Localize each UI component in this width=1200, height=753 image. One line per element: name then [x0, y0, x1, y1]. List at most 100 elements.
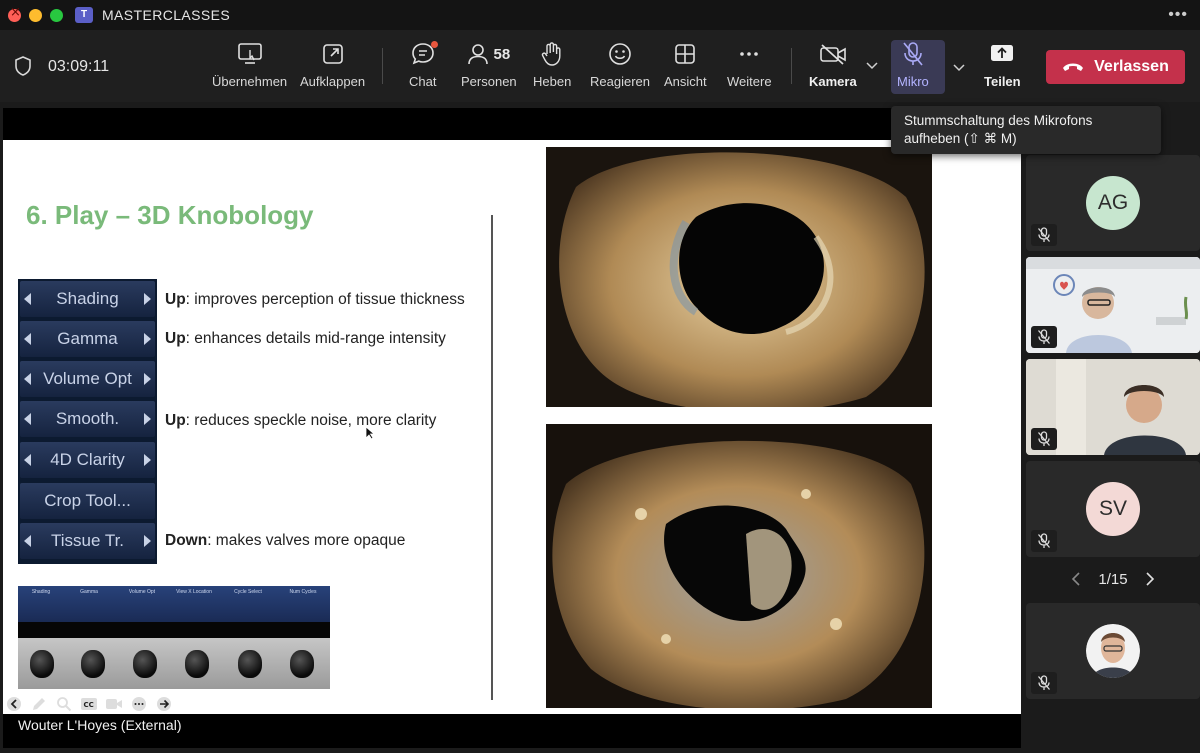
chevron-left-icon[interactable]: [1070, 572, 1082, 586]
window-title: MASTERCLASSES: [102, 7, 231, 23]
avatar: AG: [1086, 176, 1140, 230]
pager-label: 1/15: [1098, 570, 1128, 588]
take-control-button[interactable]: Übernehmen: [212, 38, 287, 96]
knob-label: Crop Tool...: [44, 491, 131, 510]
mic-tooltip: Stummschaltung des Mikrofons aufheben (⇧…: [891, 106, 1161, 154]
react-button[interactable]: Reagieren: [590, 38, 650, 96]
3d-echo-image-bottom: [546, 424, 932, 708]
camera-options-chevron-icon[interactable]: [865, 58, 879, 72]
chat-label: Chat: [409, 74, 437, 89]
people-count: 58: [493, 45, 511, 63]
teams-meeting-window: T MASTERCLASSES ••• 03:09:11 Übernehmen …: [0, 0, 1200, 753]
knob-label: Shading: [56, 289, 119, 308]
toolbar-divider: [382, 48, 383, 84]
window-menu-icon[interactable]: •••: [1168, 6, 1188, 24]
knob-row: Volume Opt: [20, 361, 155, 397]
svg-text:CC: CC: [84, 701, 94, 709]
camera-off-icon: [820, 44, 846, 65]
knob-label: Volume Opt: [43, 369, 132, 388]
shield-icon: [15, 56, 31, 76]
avatar: [1086, 624, 1140, 678]
presenter-name: Wouter L'Hoyes (External): [18, 717, 182, 733]
smiley-icon: [609, 43, 631, 65]
participant-tile[interactable]: SV: [1026, 461, 1200, 557]
more-button[interactable]: Weitere: [727, 38, 772, 96]
people-icon: [468, 44, 489, 65]
title-bar: T MASTERCLASSES •••: [0, 0, 1200, 30]
participant-tile[interactable]: [1026, 603, 1200, 699]
window-controls: [8, 5, 63, 22]
share-button[interactable]: Teilen: [984, 38, 1021, 96]
magnifier-icon[interactable]: [55, 695, 73, 713]
panel-label: Num Cycles: [289, 589, 317, 595]
knob-label: 4D Clarity: [50, 450, 125, 469]
knob-description: Up: improves perception of tissue thickn…: [165, 291, 465, 308]
forward-arrow-icon[interactable]: [155, 695, 173, 713]
leave-button[interactable]: Verlassen: [1046, 50, 1185, 84]
mic-off-icon: [1038, 533, 1050, 548]
view-button[interactable]: Ansicht: [664, 38, 707, 96]
knob-row: Crop Tool...: [20, 483, 155, 519]
take-control-label: Übernehmen: [212, 74, 288, 89]
mic-off-icon: [1038, 431, 1050, 446]
leave-label: Verlassen: [1094, 58, 1169, 75]
knob-row: Tissue Tr.: [20, 523, 155, 559]
slide-title: 6. Play – 3D Knobology: [26, 200, 314, 230]
grid-view-icon: [675, 44, 696, 64]
participant-tile[interactable]: AG: [1026, 155, 1200, 251]
share-label: Teilen: [984, 74, 1021, 89]
hand-icon: [541, 42, 561, 66]
hang-up-icon: [1063, 63, 1084, 71]
camera-button[interactable]: Kamera: [809, 38, 857, 96]
participants-pager: 1/15: [1026, 568, 1200, 590]
knob-row: Smooth.: [20, 401, 155, 437]
mic-muted-indicator: [1031, 530, 1057, 552]
view-label: Ansicht: [664, 74, 707, 89]
mic-label: Mikro: [897, 74, 929, 89]
more-dots-icon: [740, 52, 759, 56]
knob-label: Gamma: [57, 329, 118, 348]
ultrasound-control-panel-photo: Shading Gamma Volume Opt View X Location…: [18, 586, 330, 689]
close-window-button[interactable]: [8, 5, 21, 22]
mic-button[interactable]: Mikro: [897, 38, 929, 96]
people-label: Personen: [461, 74, 517, 89]
knob-description: Up: enhances details mid-range intensity: [165, 330, 446, 347]
mic-off-icon: [1038, 227, 1050, 242]
popout-button[interactable]: Aufklappen: [300, 38, 365, 96]
video-icon[interactable]: [105, 695, 123, 713]
annotation-toolbar: CC: [3, 694, 173, 714]
share-screen-icon: [991, 45, 1014, 61]
avatar: SV: [1086, 482, 1140, 536]
meeting-timer: 03:09:11: [48, 58, 110, 75]
mic-options-chevron-icon[interactable]: [952, 60, 966, 74]
unread-dot: [430, 41, 438, 48]
mic-muted-indicator: [1031, 326, 1057, 348]
knob-label: Tissue Tr.: [50, 531, 125, 550]
camera-label: Kamera: [809, 74, 857, 89]
more-label: Weitere: [727, 74, 772, 89]
popout-label: Aufklappen: [300, 74, 366, 89]
raise-hand-button[interactable]: Heben: [533, 38, 571, 96]
toolbar-divider: [791, 48, 792, 84]
more-options-icon[interactable]: [130, 695, 148, 713]
knob-menu-panel: Shading Gamma Volume Opt Smooth. 4D Clar…: [18, 279, 157, 564]
people-button[interactable]: 58 Personen: [461, 38, 517, 96]
mic-muted-indicator: [1031, 672, 1057, 694]
chat-button[interactable]: Chat: [409, 38, 438, 96]
panel-label: Volume Opt: [128, 589, 156, 595]
participant-tile[interactable]: [1026, 359, 1200, 455]
raise-hand-label: Heben: [533, 74, 572, 89]
mic-muted-indicator: [1031, 224, 1057, 246]
participant-tile[interactable]: [1026, 257, 1200, 353]
mic-off-icon: [1038, 329, 1050, 344]
chevron-right-icon[interactable]: [1144, 572, 1156, 586]
pen-icon[interactable]: [30, 695, 48, 713]
maximize-window-button[interactable]: [50, 8, 63, 22]
knob-row: 4D Clarity: [20, 442, 155, 478]
back-arrow-icon[interactable]: [5, 695, 23, 713]
minimize-window-button[interactable]: [29, 8, 42, 22]
knob-description: Down: makes valves more opaque: [165, 532, 406, 549]
panel-label: Gamma: [80, 589, 98, 595]
captions-icon[interactable]: CC: [80, 695, 98, 713]
popout-icon: [322, 44, 343, 64]
